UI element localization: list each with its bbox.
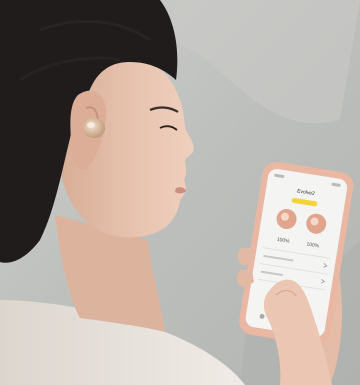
scene-svg: Evolve2 100% 100%: [0, 0, 360, 385]
photo-scene: Evolve2 100% 100%: [0, 0, 360, 385]
earbud-icon: [83, 118, 105, 138]
